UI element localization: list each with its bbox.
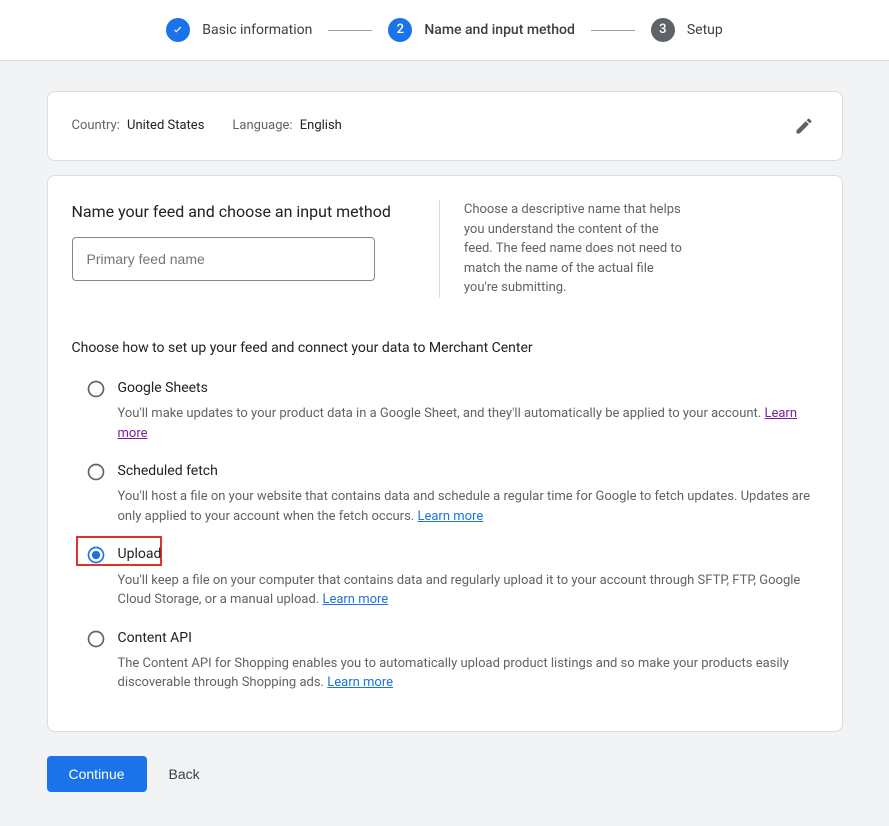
radio-upload[interactable] [86,545,104,563]
step-basic-information[interactable]: Basic information [166,18,312,42]
input-method-options: Google Sheets You'll make updates to you… [72,370,818,703]
check-icon [166,18,190,42]
option-description: You'll make updates to your product data… [118,404,818,443]
country-field: Country: United States [72,117,205,136]
step-number-icon: 3 [651,18,675,42]
radio-scheduled-fetch[interactable] [86,462,104,480]
option-scheduled-fetch[interactable]: Scheduled fetch You'll host a file on yo… [72,453,818,536]
learn-more-link[interactable]: Learn more [322,592,388,607]
option-description: You'll keep a file on your computer that… [118,571,818,610]
continue-button[interactable]: Continue [47,756,147,792]
pencil-icon [794,116,814,136]
section-title: Name your feed and choose an input metho… [72,200,391,223]
radio-content-api[interactable] [86,629,104,647]
help-text: Choose a descriptive name that helps you… [439,200,683,298]
step-name-input-method[interactable]: 2 Name and input method [388,18,575,42]
footer-buttons: Continue Back [47,756,843,792]
option-google-sheets[interactable]: Google Sheets You'll make updates to you… [72,370,818,453]
learn-more-link[interactable]: Learn more [417,509,483,524]
content-area: Country: United States Language: English… [0,60,889,826]
option-label[interactable]: Upload [118,544,818,564]
step-number-icon: 2 [388,18,412,42]
step-setup[interactable]: 3 Setup [651,18,723,42]
step-label: Name and input method [424,20,575,40]
step-label: Basic information [202,20,312,40]
step-connector [591,30,635,31]
back-button[interactable]: Back [165,756,204,792]
language-field: Language: English [232,117,341,136]
option-label[interactable]: Scheduled fetch [118,461,818,481]
choose-method-title: Choose how to set up your feed and conne… [72,338,818,358]
radio-google-sheets[interactable] [86,379,104,397]
summary-card: Country: United States Language: English [47,91,843,161]
option-description: The Content API for Shopping enables you… [118,654,818,693]
stepper: Basic information 2 Name and input metho… [0,0,889,60]
edit-button[interactable] [790,112,818,140]
step-label: Setup [687,20,723,40]
option-label[interactable]: Google Sheets [118,378,818,398]
summary-values: Country: United States Language: English [72,117,790,136]
feed-name-input[interactable] [72,237,375,281]
option-upload[interactable]: Upload You'll keep a file on your comput… [72,536,818,619]
option-description: You'll host a file on your website that … [118,487,818,526]
option-label[interactable]: Content API [118,628,818,648]
step-connector [328,30,372,31]
learn-more-link[interactable]: Learn more [327,675,393,690]
option-content-api[interactable]: Content API The Content API for Shopping… [72,620,818,703]
main-card: Name your feed and choose an input metho… [47,175,843,732]
